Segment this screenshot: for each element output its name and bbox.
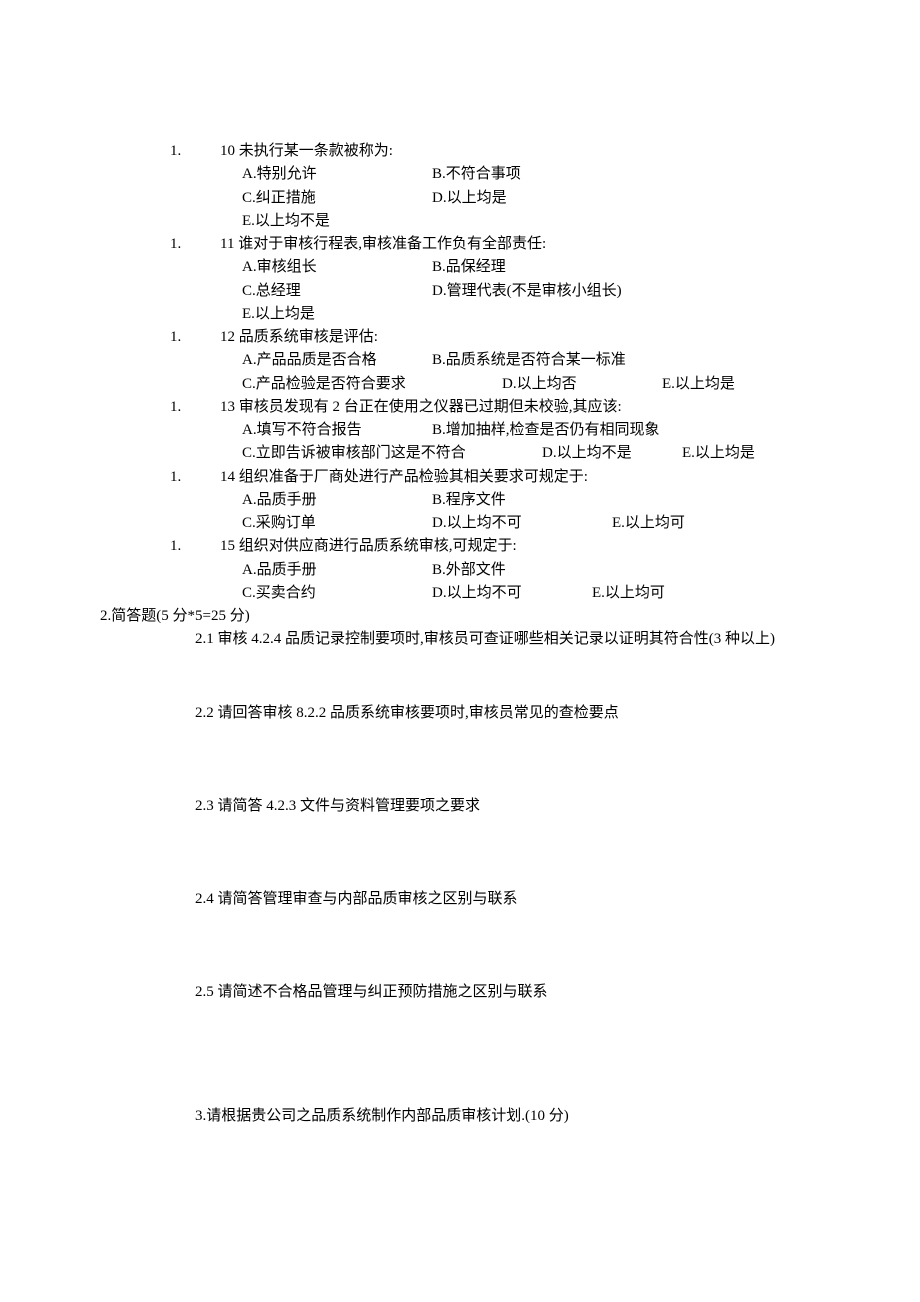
option-c: C.立即告诉被审核部门这是不符合 bbox=[242, 442, 542, 465]
option-e: E.以上均可 bbox=[592, 582, 665, 605]
question-number: 1. bbox=[100, 466, 220, 536]
option-row: E.以上均是 bbox=[220, 303, 820, 326]
option-row: A.特别允许 B.不符合事项 bbox=[220, 163, 820, 186]
question-body: 10 未执行某一条款被称为: A.特别允许 B.不符合事项 C.纠正措施 D.以… bbox=[220, 140, 820, 233]
short-answer-2-4: 2.4 请简答管理审查与内部品质审核之区别与联系 bbox=[100, 888, 820, 911]
question-stem: 11 谁对于审核行程表,审核准备工作负有全部责任: bbox=[220, 233, 820, 256]
option-b: B.不符合事项 bbox=[432, 163, 521, 186]
option-d: D.以上均不可 bbox=[432, 582, 592, 605]
option-e: E.以上均是 bbox=[662, 373, 735, 396]
option-d: D.以上均是 bbox=[432, 187, 507, 210]
option-row: C.总经理 D.管理代表(不是审核小组长) bbox=[220, 280, 820, 303]
option-b: B.增加抽样,检查是否仍有相同现象 bbox=[432, 419, 660, 442]
option-row: C.纠正措施 D.以上均是 bbox=[220, 187, 820, 210]
short-answer-2-3: 2.3 请简答 4.2.3 文件与资料管理要项之要求 bbox=[100, 795, 820, 818]
question-number: 1. bbox=[100, 396, 220, 466]
question-body: 13 审核员发现有 2 台正在使用之仪器已过期但未校验,其应该: A.填写不符合… bbox=[220, 396, 820, 466]
option-a: A.品质手册 bbox=[242, 559, 432, 582]
option-a: A.特别允许 bbox=[242, 163, 432, 186]
option-row: A.品质手册 B.外部文件 bbox=[220, 559, 820, 582]
question-1-10: 1. 10 未执行某一条款被称为: A.特别允许 B.不符合事项 C.纠正措施 … bbox=[100, 140, 820, 233]
question-stem: 10 未执行某一条款被称为: bbox=[220, 140, 820, 163]
option-c: C.买卖合约 bbox=[242, 582, 432, 605]
short-answer-2-1: 2.1 审核 4.2.4 品质记录控制要项时,审核员可查证哪些相关记录以证明其符… bbox=[100, 628, 820, 651]
option-row: E.以上均不是 bbox=[220, 210, 820, 233]
option-a: A.品质手册 bbox=[242, 489, 432, 512]
option-row: C.产品检验是否符合要求 D.以上均否 E.以上均是 bbox=[220, 373, 820, 396]
option-row: C.立即告诉被审核部门这是不符合 D.以上均不是 E.以上均是 bbox=[220, 442, 820, 465]
question-1-11: 1. 11 谁对于审核行程表,审核准备工作负有全部责任: A.审核组长 B.品保… bbox=[100, 233, 820, 326]
short-answer-2-5: 2.5 请简述不合格品管理与纠正预防措施之区别与联系 bbox=[100, 981, 820, 1004]
option-c: C.纠正措施 bbox=[242, 187, 432, 210]
option-b: B.程序文件 bbox=[432, 489, 506, 512]
option-row: A.填写不符合报告 B.增加抽样,检查是否仍有相同现象 bbox=[220, 419, 820, 442]
question-1-13: 1. 13 审核员发现有 2 台正在使用之仪器已过期但未校验,其应该: A.填写… bbox=[100, 396, 820, 466]
question-number: 1. bbox=[100, 535, 220, 605]
option-c: C.采购订单 bbox=[242, 512, 432, 535]
option-e: E.以上均是 bbox=[242, 303, 315, 326]
question-number: 1. bbox=[100, 326, 220, 396]
option-a: A.产品品质是否合格 bbox=[242, 349, 432, 372]
option-row: A.品质手册 B.程序文件 bbox=[220, 489, 820, 512]
question-stem: 12 品质系统审核是评估: bbox=[220, 326, 820, 349]
option-e: E.以上均不是 bbox=[242, 210, 330, 233]
question-1-14: 1. 14 组织准备于厂商处进行产品检验其相关要求可规定于: A.品质手册 B.… bbox=[100, 466, 820, 536]
option-row: C.买卖合约 D.以上均不可 E.以上均可 bbox=[220, 582, 820, 605]
option-a: A.填写不符合报告 bbox=[242, 419, 432, 442]
option-row: A.审核组长 B.品保经理 bbox=[220, 256, 820, 279]
option-b: B.品保经理 bbox=[432, 256, 506, 279]
question-body: 11 谁对于审核行程表,审核准备工作负有全部责任: A.审核组长 B.品保经理 … bbox=[220, 233, 820, 326]
section-3-prompt: 3.请根据贵公司之品质系统制作内部品质审核计划.(10 分) bbox=[100, 1105, 820, 1128]
option-row: A.产品品质是否合格 B.品质系统是否符合某一标准 bbox=[220, 349, 820, 372]
option-e: E.以上均是 bbox=[682, 442, 755, 465]
question-number: 1. bbox=[100, 233, 220, 326]
question-stem: 15 组织对供应商进行品质系统审核,可规定于: bbox=[220, 535, 820, 558]
option-d: D.管理代表(不是审核小组长) bbox=[432, 280, 622, 303]
short-answer-2-2: 2.2 请回答审核 8.2.2 品质系统审核要项时,审核员常见的查检要点 bbox=[100, 702, 820, 725]
section-2-heading: 2.简答题(5 分*5=25 分) bbox=[100, 605, 820, 628]
option-b: B.外部文件 bbox=[432, 559, 506, 582]
option-d: D.以上均不是 bbox=[542, 442, 682, 465]
option-row: C.采购订单 D.以上均不可 E.以上均可 bbox=[220, 512, 820, 535]
question-number: 1. bbox=[100, 140, 220, 233]
option-d: D.以上均否 bbox=[502, 373, 662, 396]
question-1-12: 1. 12 品质系统审核是评估: A.产品品质是否合格 B.品质系统是否符合某一… bbox=[100, 326, 820, 396]
question-stem: 13 审核员发现有 2 台正在使用之仪器已过期但未校验,其应该: bbox=[220, 396, 820, 419]
option-d: D.以上均不可 bbox=[432, 512, 612, 535]
question-body: 12 品质系统审核是评估: A.产品品质是否合格 B.品质系统是否符合某一标准 … bbox=[220, 326, 820, 396]
question-1-15: 1. 15 组织对供应商进行品质系统审核,可规定于: A.品质手册 B.外部文件… bbox=[100, 535, 820, 605]
option-e: E.以上均可 bbox=[612, 512, 685, 535]
question-body: 15 组织对供应商进行品质系统审核,可规定于: A.品质手册 B.外部文件 C.… bbox=[220, 535, 820, 605]
option-a: A.审核组长 bbox=[242, 256, 432, 279]
option-b: B.品质系统是否符合某一标准 bbox=[432, 349, 626, 372]
question-stem: 14 组织准备于厂商处进行产品检验其相关要求可规定于: bbox=[220, 466, 820, 489]
option-c: C.总经理 bbox=[242, 280, 432, 303]
document-page: 1. 10 未执行某一条款被称为: A.特别允许 B.不符合事项 C.纠正措施 … bbox=[0, 0, 920, 1208]
question-body: 14 组织准备于厂商处进行产品检验其相关要求可规定于: A.品质手册 B.程序文… bbox=[220, 466, 820, 536]
option-c: C.产品检验是否符合要求 bbox=[242, 373, 502, 396]
